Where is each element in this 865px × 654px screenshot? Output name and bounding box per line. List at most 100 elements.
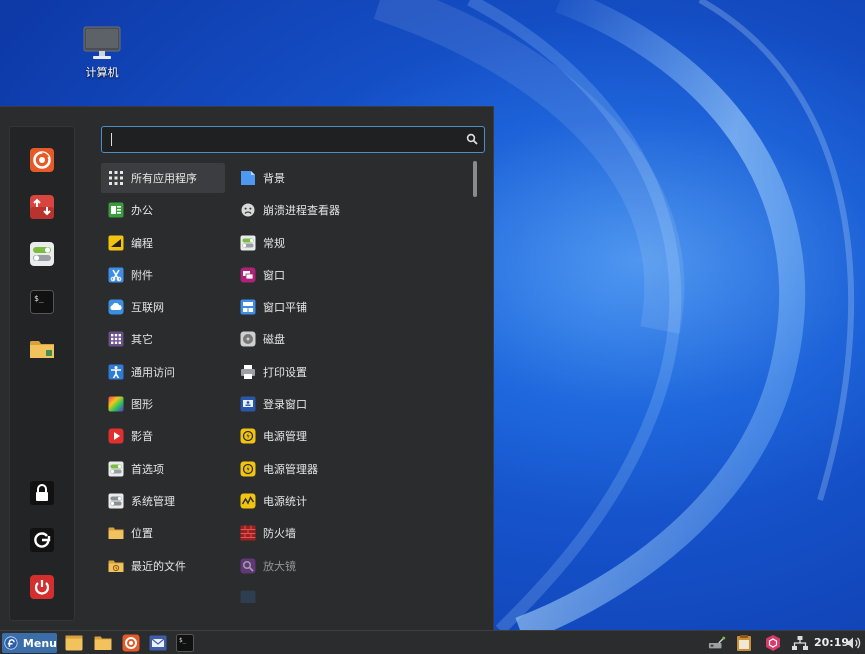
folder-icon xyxy=(94,636,112,650)
software-manager-icon xyxy=(30,195,54,219)
tray-network[interactable] xyxy=(791,634,809,652)
category-all-applications[interactable]: 所有应用程序 xyxy=(101,163,225,193)
app-firewall[interactable]: 防火墙 xyxy=(233,518,467,548)
terminal-icon: $_ xyxy=(30,290,54,314)
login-window-icon xyxy=(240,396,256,412)
app-window-tiling[interactable]: 窗口平铺 xyxy=(233,292,467,322)
folder-icon xyxy=(30,341,54,358)
app-power-management[interactable]: 电源管理 xyxy=(233,421,467,451)
favorites-sidebar: $_ xyxy=(9,126,75,621)
category-label: 影音 xyxy=(131,430,153,444)
category-recent-files[interactable]: 最近的文件 xyxy=(101,551,225,581)
category-label: 所有应用程序 xyxy=(131,172,197,185)
category-programming[interactable]: 编程 xyxy=(101,228,225,258)
category-label: 位置 xyxy=(131,527,153,541)
favorite-terminal-button[interactable]: $_ xyxy=(28,288,56,316)
category-other[interactable]: 其它 xyxy=(101,324,225,354)
show-desktop-icon xyxy=(65,635,83,651)
category-label: 首选项 xyxy=(131,462,164,476)
settings-toggle-icon xyxy=(30,242,54,266)
network-icon xyxy=(792,636,808,650)
launcher-terminal[interactable]: $_ xyxy=(176,634,194,652)
app-crash-viewer[interactable]: 崩溃进程查看器 xyxy=(233,195,467,225)
app-login-window[interactable]: 登录窗口 xyxy=(233,389,467,419)
background-icon xyxy=(240,170,256,186)
app-disks[interactable]: 磁盘 xyxy=(233,324,467,354)
office-icon xyxy=(108,202,124,218)
category-label: 最近的文件 xyxy=(131,559,186,573)
search-input[interactable] xyxy=(108,130,458,149)
internet-cloud-icon xyxy=(108,299,124,315)
app-list-scrollbar[interactable] xyxy=(473,161,477,197)
multimedia-icon xyxy=(108,428,124,444)
app-power-statistics[interactable]: 电源统计 xyxy=(233,486,467,516)
firefox-icon xyxy=(122,634,140,652)
app-label: 电源管理器 xyxy=(263,462,318,476)
app-label: 电源统计 xyxy=(263,494,307,508)
category-graphics[interactable]: 图形 xyxy=(101,389,225,419)
logout-icon xyxy=(30,528,54,552)
application-menu: $_ 所有应用程序 办公 编程 附件 互联网 其它 通用访问 图形 影音 首选项… xyxy=(0,106,494,630)
app-label: 崩溃进程查看器 xyxy=(263,204,340,218)
app-label: 电源管理 xyxy=(263,430,307,444)
clock[interactable]: 20:19 xyxy=(814,636,849,649)
volume-icon xyxy=(846,637,861,649)
category-office[interactable]: 办公 xyxy=(101,195,225,225)
category-places[interactable]: 位置 xyxy=(101,518,225,548)
logout-button[interactable] xyxy=(28,526,56,554)
app-windows[interactable]: 窗口 xyxy=(233,260,467,290)
graphics-icon xyxy=(108,396,124,412)
app-general[interactable]: 常规 xyxy=(233,228,467,258)
accessibility-icon xyxy=(108,364,124,380)
category-administration[interactable]: 系统管理 xyxy=(101,486,225,516)
monitor-icon xyxy=(83,26,121,59)
category-label: 其它 xyxy=(131,333,153,347)
menu-button[interactable]: Menu xyxy=(2,633,57,653)
favorite-files-button[interactable] xyxy=(28,335,56,363)
app-label: 放大镜 xyxy=(263,559,296,573)
app-icon xyxy=(240,590,256,603)
category-accessibility[interactable]: 通用访问 xyxy=(101,357,225,387)
app-magnifier[interactable]: 放大镜 xyxy=(233,551,467,581)
favorite-settings-button[interactable] xyxy=(28,240,56,268)
tray-volume[interactable] xyxy=(845,634,863,652)
search-box xyxy=(101,126,485,153)
tray-update-manager[interactable] xyxy=(764,634,782,652)
administration-icon xyxy=(108,493,124,509)
tray-clipboard[interactable] xyxy=(735,634,753,652)
power-statistics-icon xyxy=(240,493,256,509)
desktop-icon-computer[interactable]: 计算机 xyxy=(74,26,130,80)
category-list: 所有应用程序 办公 编程 附件 互联网 其它 通用访问 图形 影音 首选项 系统… xyxy=(101,163,225,583)
power-management-icon xyxy=(240,428,256,444)
app-label: 常规 xyxy=(263,236,285,250)
app-label: 窗口平铺 xyxy=(263,301,307,315)
category-accessories[interactable]: 附件 xyxy=(101,260,225,290)
launcher-firefox[interactable] xyxy=(122,634,140,652)
favorite-software-manager-button[interactable] xyxy=(28,193,56,221)
launcher-files[interactable] xyxy=(94,634,112,652)
other-icon xyxy=(108,331,124,347)
category-preferences[interactable]: 首选项 xyxy=(101,454,225,484)
application-list: 背景 崩溃进程查看器 常规 窗口 窗口平铺 磁盘 打印设置 登录窗口 电源管理 … xyxy=(233,163,467,603)
search-icon[interactable] xyxy=(466,133,478,145)
launcher-show-desktop[interactable] xyxy=(65,634,83,652)
programming-icon xyxy=(108,235,124,251)
shutdown-button[interactable] xyxy=(28,573,56,601)
preferences-icon xyxy=(108,461,124,477)
app-background[interactable]: 背景 xyxy=(233,163,467,193)
launcher-mail[interactable] xyxy=(149,634,167,652)
app-label: 窗口 xyxy=(263,268,285,282)
app-print-settings[interactable]: 打印设置 xyxy=(233,357,467,387)
lock-screen-button[interactable] xyxy=(28,479,56,507)
app-partially-visible xyxy=(233,583,467,603)
firewall-icon xyxy=(240,525,256,541)
favorite-firefox-button[interactable] xyxy=(28,146,56,174)
accessories-icon xyxy=(108,267,124,283)
app-label: 登录窗口 xyxy=(263,398,307,412)
text-caret xyxy=(111,133,112,146)
tray-network-manager[interactable] xyxy=(708,634,726,652)
app-power-manager[interactable]: 电源管理器 xyxy=(233,454,467,484)
network-wired-icon xyxy=(708,636,726,649)
category-internet[interactable]: 互联网 xyxy=(101,292,225,322)
category-multimedia[interactable]: 影音 xyxy=(101,421,225,451)
